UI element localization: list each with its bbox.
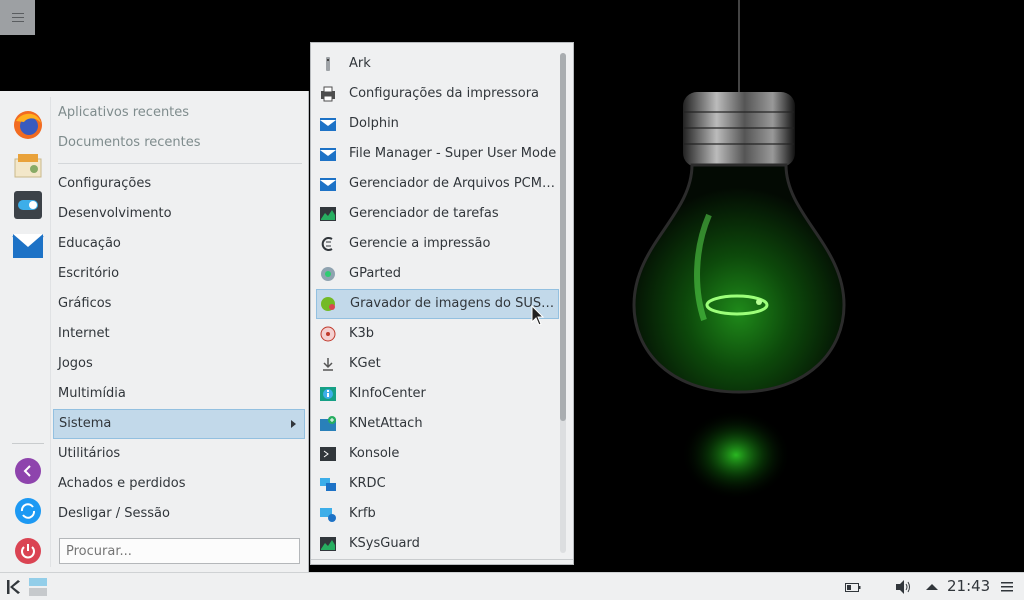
app-krdc[interactable]: KRDC xyxy=(316,469,559,499)
app-label: Gravador de imagens do SUSE Studio xyxy=(350,296,558,311)
sistema-submenu: Ark Configurações da impressora Dolphin … xyxy=(310,42,574,565)
app-label: KNetAttach xyxy=(349,416,423,431)
gparted-icon xyxy=(321,267,335,281)
category-achados-e-perdidos[interactable]: Achados e perdidos xyxy=(53,469,305,499)
app-label: Gerenciador de Arquivos PCManFM xyxy=(349,176,559,191)
hamburger-icon xyxy=(11,13,24,22)
app-gparted[interactable]: GParted xyxy=(316,259,559,289)
desktop-sharing-icon xyxy=(320,508,336,522)
category-graficos[interactable]: Gráficos xyxy=(53,289,305,319)
application-launcher-button[interactable] xyxy=(4,577,24,597)
category-desenvolvimento[interactable]: Desenvolvimento xyxy=(53,199,305,229)
app-label: Gerencie a impressão xyxy=(349,236,491,251)
app-label: Konsole xyxy=(349,446,400,461)
app-dolphin[interactable]: Dolphin xyxy=(316,109,559,139)
app-print-manager[interactable]: Gerencie a impressão xyxy=(316,229,559,259)
app-label: Krfb xyxy=(349,506,376,521)
category-sistema[interactable]: Sistema xyxy=(53,409,305,439)
printer-icon xyxy=(321,86,335,102)
app-label: KSysGuard xyxy=(349,536,420,551)
scrollbar-thumb[interactable] xyxy=(560,53,566,421)
category-jogos[interactable]: Jogos xyxy=(53,349,305,379)
installer-icon[interactable] xyxy=(12,149,44,181)
virtual-desktop-pager[interactable] xyxy=(29,578,47,596)
submenu-divider xyxy=(311,559,573,560)
category-configuracoes[interactable]: Configurações xyxy=(53,169,305,199)
category-multimidia[interactable]: Multimídia xyxy=(53,379,305,409)
app-kget[interactable]: KGet xyxy=(316,349,559,379)
folder-icon xyxy=(320,118,336,131)
app-label: GParted xyxy=(349,266,401,281)
app-file-manager-super-user[interactable]: File Manager - Super User Mode xyxy=(316,139,559,169)
system-monitor-icon xyxy=(320,207,336,221)
settings-toggle-icon[interactable] xyxy=(12,189,44,221)
category-desligar-sessao[interactable]: Desligar / Sessão xyxy=(53,499,305,529)
app-task-manager[interactable]: Gerenciador de tarefas xyxy=(316,199,559,229)
mail-icon[interactable] xyxy=(12,229,44,261)
category-escritorio[interactable]: Escritório xyxy=(53,259,305,289)
digital-clock[interactable]: 21:43 xyxy=(947,577,990,595)
volume-icon[interactable] xyxy=(895,579,913,595)
app-ark[interactable]: Ark xyxy=(316,49,559,79)
app-krfb[interactable]: Krfb xyxy=(316,499,559,529)
power-icon[interactable] xyxy=(12,535,44,567)
category-internet[interactable]: Internet xyxy=(53,319,305,349)
app-konsole[interactable]: Konsole xyxy=(316,439,559,469)
ark-icon xyxy=(326,57,330,71)
category-sistema-label: Sistema xyxy=(59,416,112,431)
favorites-column xyxy=(6,97,51,567)
app-printer-config[interactable]: Configurações da impressora xyxy=(316,79,559,109)
recent-applications[interactable]: Aplicativos recentes xyxy=(53,98,305,128)
taskbar: 21:43 xyxy=(0,572,1024,600)
app-label: KGet xyxy=(349,356,381,371)
info-icon xyxy=(320,387,336,401)
folder-icon xyxy=(320,148,336,161)
app-label: Gerenciador de tarefas xyxy=(349,206,499,221)
category-divider xyxy=(58,163,302,164)
search-input[interactable] xyxy=(59,538,300,564)
terminal-icon xyxy=(320,447,336,461)
favorites-divider xyxy=(12,443,44,444)
app-k3b[interactable]: K3b xyxy=(316,319,559,349)
application-launcher: Aplicativos recentes Documentos recentes… xyxy=(0,91,309,572)
app-label: Dolphin xyxy=(349,116,399,131)
app-label: Configurações da impressora xyxy=(349,86,540,101)
panel-menu-icon[interactable] xyxy=(1000,579,1014,595)
app-suse-image-writer[interactable]: Gravador de imagens do SUSE Studio xyxy=(316,289,559,319)
app-kinfocenter[interactable]: KInfoCenter xyxy=(316,379,559,409)
recent-documents[interactable]: Documentos recentes xyxy=(53,128,305,158)
app-label: KInfoCenter xyxy=(349,386,426,401)
switch-user-icon[interactable] xyxy=(12,495,44,527)
wallpaper-lightbulb xyxy=(632,0,846,500)
firefox-icon[interactable] xyxy=(12,109,44,141)
k3b-icon xyxy=(320,326,336,342)
download-icon xyxy=(323,358,333,371)
battery-icon[interactable] xyxy=(845,579,861,595)
network-folder-icon xyxy=(320,416,336,431)
app-label: K3b xyxy=(349,326,375,341)
chevron-right-icon xyxy=(291,420,296,428)
suse-image-writer-icon xyxy=(321,297,335,311)
remote-desktop-icon xyxy=(320,478,336,491)
app-label: Ark xyxy=(349,56,371,71)
app-ksysguard[interactable]: KSysGuard xyxy=(316,529,559,559)
folder-icon xyxy=(320,178,336,191)
print-manager-icon xyxy=(321,237,333,251)
desktop-toolbox-button[interactable] xyxy=(0,0,35,35)
mouse-cursor xyxy=(531,305,545,326)
app-label: File Manager - Super User Mode xyxy=(349,146,557,161)
expand-tray-icon[interactable] xyxy=(925,579,939,595)
back-icon[interactable] xyxy=(12,455,44,487)
category-utilitarios[interactable]: Utilitários xyxy=(53,439,305,469)
submenu-scrollbar[interactable] xyxy=(560,53,566,553)
category-educacao[interactable]: Educação xyxy=(53,229,305,259)
app-label: KRDC xyxy=(349,476,386,491)
app-pcmanfm[interactable]: Gerenciador de Arquivos PCManFM xyxy=(316,169,559,199)
app-knetattach[interactable]: KNetAttach xyxy=(316,409,559,439)
system-monitor-icon xyxy=(320,537,336,551)
